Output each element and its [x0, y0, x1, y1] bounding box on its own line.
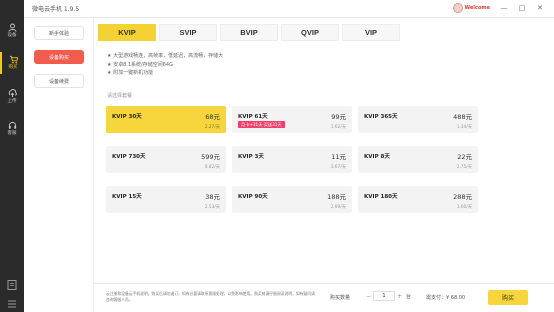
- plan-price: 188元: [327, 193, 346, 201]
- plan-name: KVIP 365天: [364, 114, 398, 120]
- plan-price: 22元: [457, 153, 472, 161]
- plan-name: KVIP 30天: [112, 114, 142, 120]
- quantity-label: 购买数量: [330, 295, 351, 301]
- buy-button[interactable]: 购买: [488, 290, 528, 305]
- plan-price: 38元: [205, 193, 220, 201]
- increment-button[interactable]: +: [395, 292, 404, 301]
- plan-unit-price: 2.75/天: [456, 165, 472, 170]
- sidebar-item-support[interactable]: 客服: [0, 118, 24, 140]
- maximize-icon[interactable]: □: [516, 2, 528, 14]
- plan-section-label: 请选择套餐: [107, 93, 133, 99]
- tab-kvip[interactable]: KVIP: [98, 24, 156, 41]
- plan-unit-price: 2.53/天: [204, 205, 220, 210]
- decrement-button[interactable]: −: [364, 292, 373, 301]
- tab-bvip[interactable]: BVIP: [220, 24, 278, 41]
- feedback-icon[interactable]: [6, 276, 18, 290]
- tab-qvip[interactable]: QVIP: [281, 24, 339, 41]
- plan-card[interactable]: KVIP 8天 22元 2.75/天: [358, 146, 478, 173]
- submenu-trial-button[interactable]: 新手体验: [34, 26, 84, 40]
- device-icon: [7, 23, 17, 32]
- main-content: KVIP SVIP BVIP QVIP VIP ★ 大型游戏畅连，高帧率，低延迟…: [94, 18, 554, 312]
- quantity-stepper: − 1 + 台: [364, 291, 411, 301]
- plan-card[interactable]: KVIP 90天 188元 2.09/天: [232, 186, 352, 213]
- sidebar-item-device[interactable]: 设备: [0, 20, 24, 42]
- total-amount: 需支付：¥ 68.00: [426, 295, 466, 301]
- plan-card[interactable]: KVIP 61天 月卡+31天·买送31天 99元 1.62/天: [232, 106, 352, 133]
- upload-icon: [8, 89, 17, 98]
- feature-item: ★ 安卓8.1系统/存储空间64G: [107, 61, 173, 68]
- plan-card[interactable]: KVIP 3天 11元 3.67/天: [232, 146, 352, 173]
- purchase-notice: 云注册和设备云手机说明，购买后请勿退订，如有必要请联系客服处理，以免影响使用。购…: [106, 291, 315, 302]
- plan-name: KVIP 8天: [364, 154, 390, 160]
- plan-price: 488元: [453, 113, 472, 121]
- plan-price: 11元: [331, 153, 346, 161]
- title-bar: 微电云手机 1.9.5 Welcome — □ ✕: [24, 0, 554, 18]
- tab-vip[interactable]: VIP: [342, 24, 400, 41]
- avatar: [452, 3, 463, 13]
- vip-tabs: KVIP SVIP BVIP QVIP VIP: [98, 24, 403, 41]
- app-window: 设备 购买 上传 客服 微电云手机 1.9.5 Welcome — □ ✕ 新手…: [0, 0, 554, 312]
- sidebar-item-buy[interactable]: 购买: [0, 52, 24, 74]
- sidebar-item-upload[interactable]: 上传: [0, 86, 24, 108]
- plan-unit-price: 2.27/天: [204, 125, 220, 130]
- plan-name: KVIP 90天: [238, 194, 268, 200]
- checkout-bar: 云注册和设备云手机说明，购买后请勿退订，如有必要请联系客服处理，以免影响使用。购…: [94, 283, 554, 312]
- menu-icon[interactable]: [6, 295, 18, 308]
- plan-unit-price: 3.67/天: [330, 165, 346, 170]
- sidebar-item-label: 客服: [7, 131, 17, 136]
- plan-card[interactable]: KVIP 15天 38元 2.53/天: [106, 186, 226, 213]
- sidebar: 设备 购买 上传 客服: [0, 0, 24, 312]
- plan-name: KVIP 730天: [112, 154, 146, 160]
- feature-list: ★ 大型游戏畅连，高帧率，低延迟，高流畅，存储大 ★ 安卓8.1系统/存储空间6…: [107, 52, 223, 78]
- feature-item: ★ 附加一键新机功能: [107, 70, 154, 76]
- purchase-submenu: 新手体验 设备购买 设备续费: [24, 18, 94, 312]
- tab-svip[interactable]: SVIP: [159, 24, 217, 41]
- user-area[interactable]: Welcome: [452, 3, 490, 13]
- plan-price: 99元: [331, 113, 346, 121]
- plan-unit-price: 2.09/天: [330, 205, 346, 210]
- plan-name: KVIP 180天: [364, 194, 398, 200]
- feature-item: ★ 大型游戏畅连，高帧率，低延迟，高流畅，存储大: [107, 53, 224, 59]
- plan-card[interactable]: KVIP 30天 68元 2.27/天: [106, 106, 226, 133]
- sidebar-item-label: 上传: [7, 99, 17, 104]
- support-icon: [8, 121, 16, 129]
- plan-card[interactable]: KVIP 730天 599元 0.82/天: [106, 146, 226, 173]
- minimize-icon[interactable]: —: [498, 2, 510, 14]
- plan-unit-price: 0.82/天: [204, 165, 220, 170]
- plan-card[interactable]: KVIP 180天 288元 1.60/天: [358, 186, 478, 213]
- submenu-renew-button[interactable]: 设备续费: [34, 74, 84, 88]
- plan-unit-price: 1.60/天: [456, 205, 472, 210]
- plan-name: KVIP 15天: [112, 194, 142, 200]
- plan-price: 68元: [205, 113, 220, 121]
- app-title: 微电云手机 1.9.5: [32, 6, 80, 13]
- quantity-unit: 台: [406, 293, 412, 300]
- user-name: Welcome: [464, 5, 490, 11]
- promo-badge: 月卡+31天·买送31天: [238, 121, 285, 128]
- sidebar-item-label: 购买: [8, 65, 18, 70]
- plan-price: 288元: [453, 193, 472, 201]
- plan-name: KVIP 61天: [238, 114, 268, 120]
- plan-name: KVIP 3天: [238, 154, 264, 160]
- plan-unit-price: 1.34/天: [456, 125, 472, 130]
- plan-card[interactable]: KVIP 365天 488元 1.34/天: [358, 106, 478, 133]
- plan-unit-price: 1.62/天: [330, 125, 346, 130]
- quantity-input[interactable]: 1: [373, 291, 395, 301]
- submenu-buy-button[interactable]: 设备购买: [34, 50, 84, 64]
- plan-price: 599元: [201, 153, 220, 161]
- cart-icon: [9, 55, 18, 64]
- close-icon[interactable]: ✕: [534, 2, 546, 14]
- sidebar-item-label: 设备: [7, 33, 17, 38]
